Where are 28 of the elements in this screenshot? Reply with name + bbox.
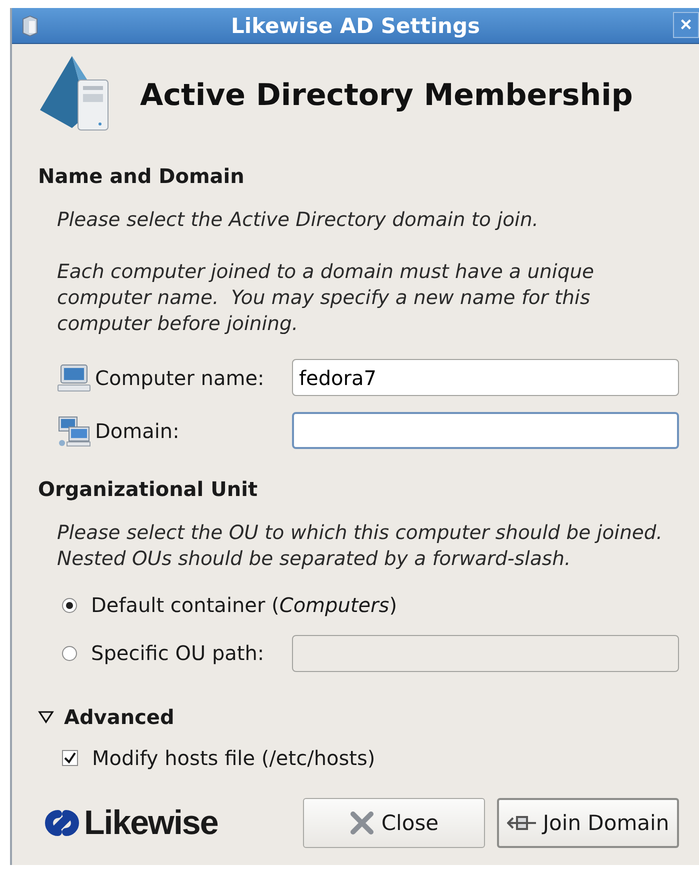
text-field[interactable]: fedora7 (292, 359, 679, 396)
dialog-heading: Active Directory Membership (140, 78, 633, 112)
section-heading: Name and Domain (38, 164, 246, 188)
radio-button[interactable] (62, 646, 77, 660)
close-icon (349, 811, 376, 835)
field-label: Computer name: (95, 366, 264, 390)
option-label: Modify hosts file (/etc/hosts) (92, 746, 376, 770)
instruction-text: Please select the Active Directory domain to join. (57, 207, 540, 233)
text-field[interactable] (292, 412, 679, 449)
radio-button[interactable] (62, 598, 77, 612)
network-computers-icon (57, 414, 91, 446)
instruction-text: Please select the OU to which this computer should be joined. Nested OUs should be separated by a forward-slash. (57, 520, 664, 572)
app-icon (20, 15, 40, 37)
computer-icon (57, 362, 91, 392)
triangle-down-icon (38, 710, 54, 724)
connector-icon (506, 814, 537, 832)
logo-mark-icon (42, 808, 82, 838)
join-domain-button[interactable]: Join Domain (497, 798, 679, 848)
section-heading: Organizational Unit (38, 477, 259, 501)
checkbox[interactable] (62, 750, 78, 766)
option-label: Default container (Computers) (91, 593, 398, 617)
window-title: Likewise AD Settings (231, 14, 480, 38)
close-button[interactable]: Close (303, 798, 485, 848)
logo-wordmark: Likewise (84, 804, 218, 842)
expander[interactable]: Advanced (38, 705, 174, 729)
field-label: Domain: (95, 418, 180, 442)
option-label: Specific OU path: (91, 641, 264, 665)
instruction-text: Each computer joined to a domain must have a unique computer name. You may specify a new name for this computer before joining. (57, 259, 596, 337)
